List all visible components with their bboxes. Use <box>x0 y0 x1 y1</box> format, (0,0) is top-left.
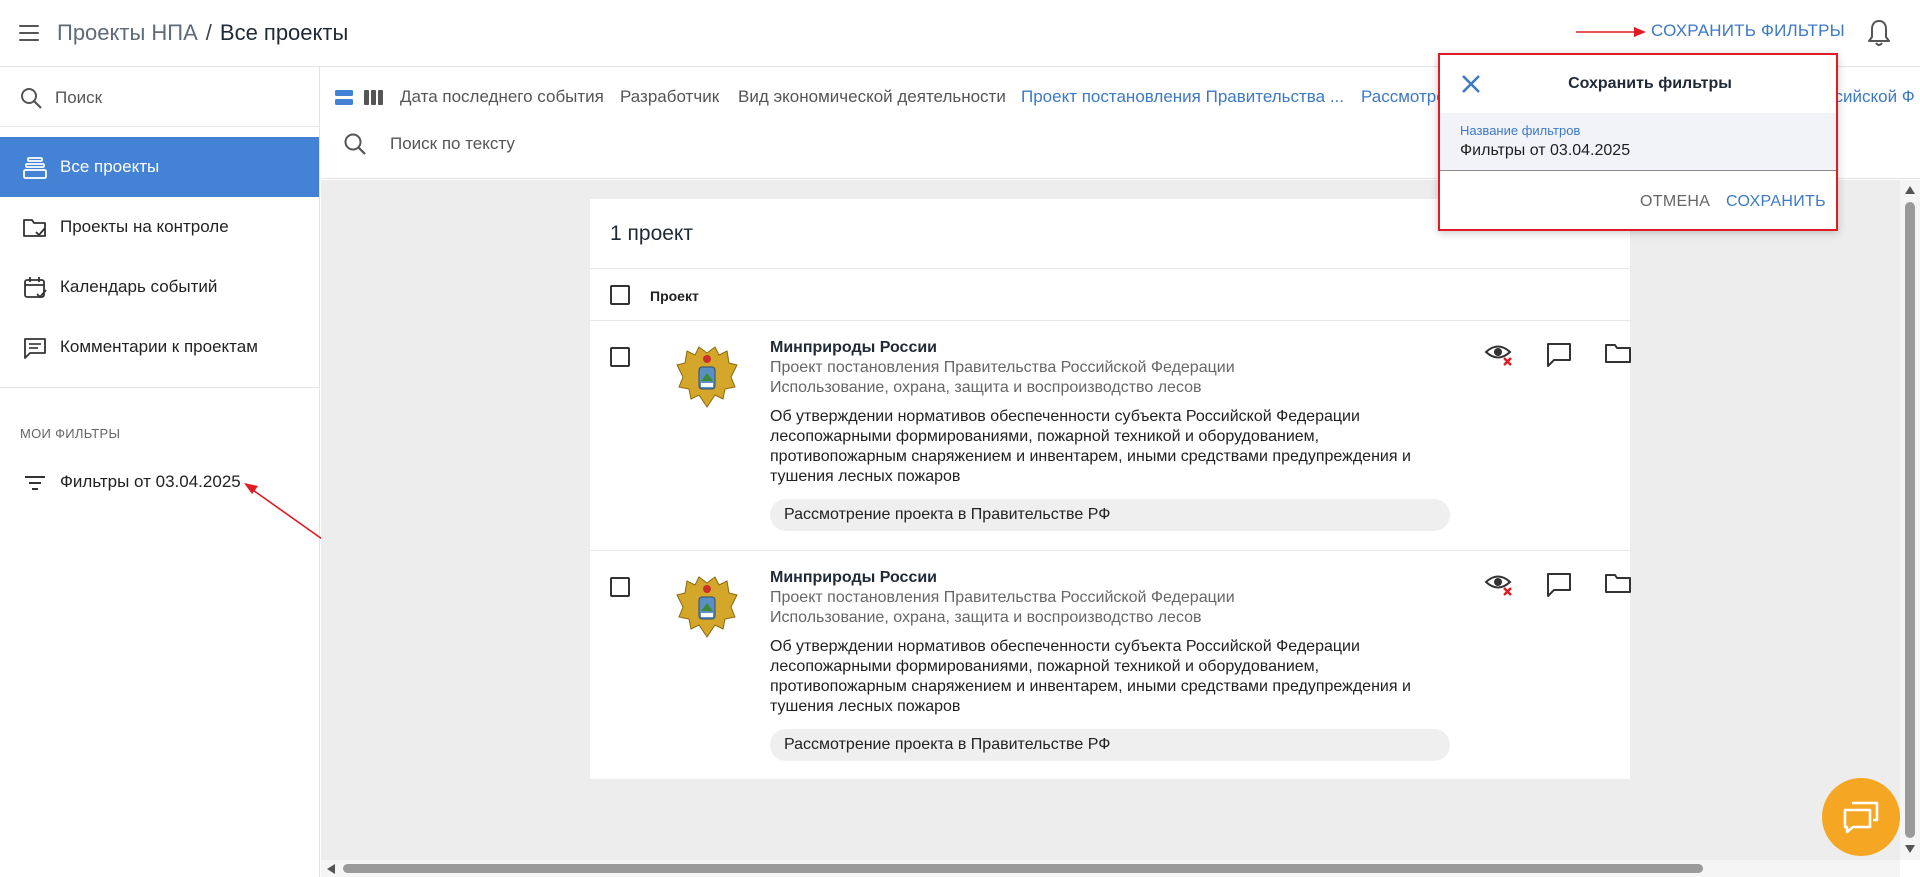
table-row[interactable]: Минприроды России Проект постановления П… <box>590 551 1633 781</box>
horizontal-scrollbar[interactable] <box>321 860 1900 877</box>
folder-icon[interactable] <box>1603 339 1633 369</box>
column-label-project: Проект <box>650 288 699 304</box>
comment-icon[interactable] <box>1544 339 1574 369</box>
sidebar-item-all-projects[interactable]: Все проекты <box>0 137 319 197</box>
table-row[interactable]: Минприроды России Проект постановления П… <box>590 321 1633 551</box>
content-area: 1 проект Проект Минприроды России Проект… <box>321 180 1900 860</box>
projects-count: 1 проект <box>610 222 693 245</box>
my-filters-heading: МОИ ФИЛЬТРЫ <box>20 426 121 441</box>
filter-name-field[interactable]: Название фильтров <box>1440 113 1836 171</box>
sidebar-item-label: Фильтры от 03.04.2025 <box>60 472 241 491</box>
column-header: Проект <box>590 269 1630 321</box>
save-button[interactable]: СОХРАНИТЬ <box>1726 193 1826 211</box>
breadcrumb: Проекты НПА / Все проекты <box>57 20 348 46</box>
sidebar-search[interactable]: Поиск <box>0 67 319 127</box>
annotation-arrow-top <box>1576 27 1646 37</box>
row-activity-area: Использование, охрана, защита и воспроиз… <box>770 609 1202 626</box>
cancel-button[interactable]: ОТМЕНА <box>1640 193 1710 211</box>
vertical-scroll-thumb[interactable] <box>1905 202 1915 838</box>
scroll-left-icon[interactable] <box>326 863 336 875</box>
view-toggle[interactable] <box>335 89 385 107</box>
search-icon <box>344 133 366 155</box>
row-description[interactable]: Об утверждении нормативов обеспеченности… <box>770 637 1460 717</box>
vertical-scrollbar[interactable] <box>1900 180 1920 860</box>
filter-name-label: Название фильтров <box>1460 123 1581 138</box>
stack-icon <box>23 157 47 179</box>
row-activity-area: Использование, охрана, защита и воспроиз… <box>770 379 1202 396</box>
scroll-down-icon[interactable] <box>1904 844 1916 854</box>
folder-icon[interactable] <box>1603 569 1633 599</box>
row-checkbox[interactable] <box>610 347 630 367</box>
row-org: Минприроды России <box>770 339 938 356</box>
sidebar-item-label: Проекты на контроле <box>60 217 229 236</box>
filter-tab-document-type[interactable]: Проект постановления Правительства ... <box>1021 87 1344 107</box>
row-doc-type: Проект постановления Правительства Росси… <box>770 589 1235 606</box>
filter-tab-stage[interactable]: Рассмотре <box>1361 87 1446 107</box>
row-checkbox[interactable] <box>610 577 630 597</box>
save-filters-button[interactable]: СОХРАНИТЬ ФИЛЬТРЫ <box>1651 21 1845 41</box>
coat-of-arms-icon <box>676 576 738 638</box>
unwatch-icon[interactable] <box>1484 569 1514 599</box>
horizontal-scroll-thumb[interactable] <box>343 864 1703 873</box>
sidebar-item-label: Все проекты <box>60 157 160 176</box>
row-org: Минприроды России <box>770 569 938 586</box>
page-title: Все проекты <box>219 20 349 45</box>
filter-lines-icon <box>25 476 45 490</box>
bell-icon[interactable] <box>1866 18 1892 48</box>
search-icon <box>21 88 42 109</box>
save-filters-dialog: Сохранить фильтры Название фильтров ОТМЕ… <box>1438 53 1838 231</box>
scroll-up-icon[interactable] <box>1904 185 1916 195</box>
sidebar-item-label: Комментарии к проектам <box>60 337 258 356</box>
row-stage-badge: Рассмотрение проекта в Правительстве РФ <box>770 729 1450 761</box>
calendar-check-icon <box>24 277 47 299</box>
projects-panel: 1 проект Проект Минприроды России Проект… <box>590 199 1633 781</box>
sidebar-item-comments[interactable]: Комментарии к проектам <box>0 317 319 377</box>
breadcrumb-parent[interactable]: Проекты НПА <box>57 20 198 45</box>
filter-tab-economic-activity[interactable]: Вид экономической деятельности <box>738 87 1006 107</box>
dialog-title: Сохранить фильтры <box>1568 75 1732 92</box>
row-stage-badge: Рассмотрение проекта в Правительстве РФ <box>770 499 1450 531</box>
row-doc-type: Проект постановления Правительства Росси… <box>770 359 1235 376</box>
comment-icon <box>24 338 46 359</box>
select-all-checkbox[interactable] <box>610 285 630 305</box>
sidebar-item-controlled-projects[interactable]: Проекты на контроле <box>0 197 319 257</box>
comment-icon[interactable] <box>1544 569 1574 599</box>
list-view-icon <box>335 90 353 96</box>
filter-tab-developer[interactable]: Разработчик <box>620 87 719 107</box>
sidebar-divider <box>0 387 319 388</box>
menu-icon[interactable] <box>16 20 42 46</box>
unwatch-icon[interactable] <box>1484 339 1514 369</box>
columns-view-icon <box>364 90 369 105</box>
folder-check-icon <box>23 219 46 237</box>
sidebar-item-events-calendar[interactable]: Календарь событий <box>0 257 319 317</box>
chat-button[interactable] <box>1822 778 1900 856</box>
filter-name-input[interactable] <box>1460 142 1820 160</box>
breadcrumb-separator: / <box>205 20 212 45</box>
filter-tab-last-event-date[interactable]: Дата последнего события <box>400 87 604 107</box>
coat-of-arms-icon <box>676 346 738 408</box>
sidebar-search-input[interactable]: Поиск <box>55 88 102 108</box>
sidebar-item-label: Календарь событий <box>60 277 218 296</box>
sidebar: Поиск Все проекты Проекты на контроле Ка… <box>0 67 333 877</box>
row-description[interactable]: Об утверждении нормативов обеспеченности… <box>770 407 1460 487</box>
text-search-input[interactable]: Поиск по тексту <box>390 134 515 154</box>
chat-icon <box>1843 801 1879 834</box>
